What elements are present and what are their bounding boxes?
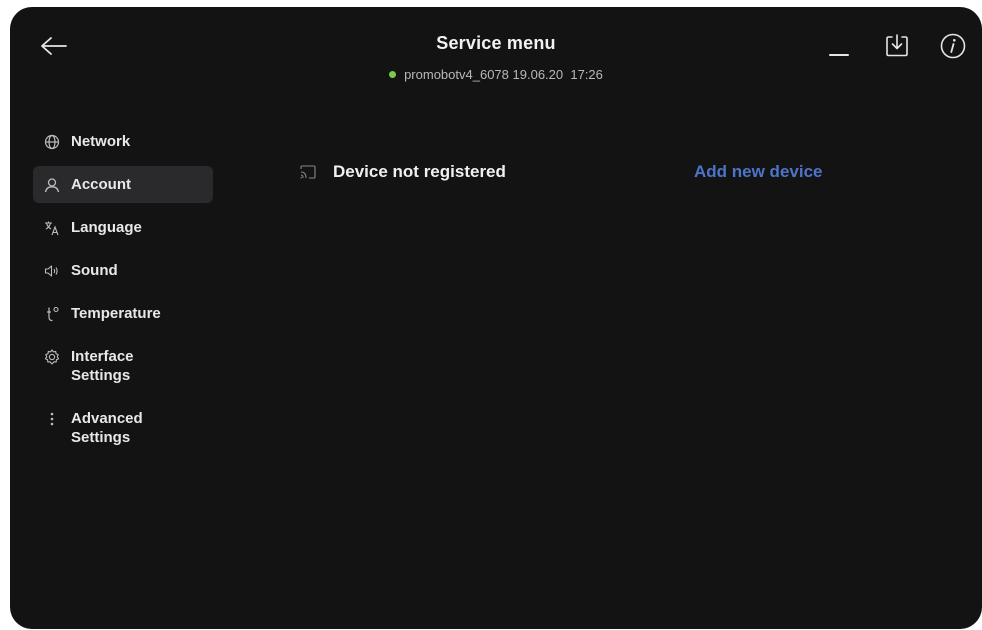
device-id: promobotv4_6078 bbox=[404, 67, 509, 82]
app-screen: Service menu promobotv4_6078 19.06.20 17… bbox=[10, 7, 982, 629]
download-button[interactable] bbox=[882, 31, 912, 61]
cast-icon bbox=[300, 165, 316, 179]
sidebar: Network Account Language Sound Temperatu bbox=[33, 123, 213, 462]
translate-icon bbox=[43, 218, 61, 237]
status-time: 17:26 bbox=[570, 67, 603, 82]
minimize-button[interactable] bbox=[824, 31, 854, 61]
sidebar-item-label: Sound bbox=[71, 262, 118, 279]
sidebar-item-account[interactable]: Account bbox=[33, 166, 213, 203]
sidebar-item-network[interactable]: Network bbox=[33, 123, 213, 160]
info-icon bbox=[940, 33, 966, 59]
online-status-dot bbox=[389, 71, 397, 78]
add-new-device-link[interactable]: Add new device bbox=[694, 162, 822, 182]
person-icon bbox=[43, 175, 61, 194]
sidebar-item-label: Advanced Settings bbox=[71, 410, 143, 446]
sidebar-item-advanced-settings[interactable]: Advanced Settings bbox=[33, 400, 213, 456]
device-status-text: Device not registered bbox=[333, 162, 506, 181]
sidebar-item-temperature[interactable]: Temperature bbox=[33, 295, 213, 332]
device-registration-row: Device not registered Add new device bbox=[300, 160, 860, 184]
thermometer-icon bbox=[43, 304, 61, 323]
device-status-line: promobotv4_6078 19.06.20 17:26 bbox=[10, 67, 982, 82]
sidebar-item-interface-settings[interactable]: Interface Settings bbox=[33, 338, 213, 394]
sidebar-item-label: Interface Settings bbox=[71, 348, 134, 384]
sidebar-item-label: Language bbox=[71, 219, 142, 236]
minimize-icon bbox=[829, 54, 849, 56]
status-date: 19.06.20 bbox=[512, 67, 564, 82]
globe-icon bbox=[43, 132, 61, 151]
sidebar-item-label: Account bbox=[71, 176, 131, 193]
speaker-icon bbox=[43, 261, 61, 280]
sidebar-item-label: Temperature bbox=[71, 305, 161, 322]
sidebar-item-sound[interactable]: Sound bbox=[33, 252, 213, 289]
more-vertical-icon bbox=[43, 409, 61, 428]
gear-icon bbox=[43, 347, 61, 366]
sidebar-item-language[interactable]: Language bbox=[33, 209, 213, 246]
download-icon bbox=[886, 34, 908, 57]
info-button[interactable] bbox=[938, 31, 968, 61]
sidebar-item-label: Network bbox=[71, 133, 131, 150]
